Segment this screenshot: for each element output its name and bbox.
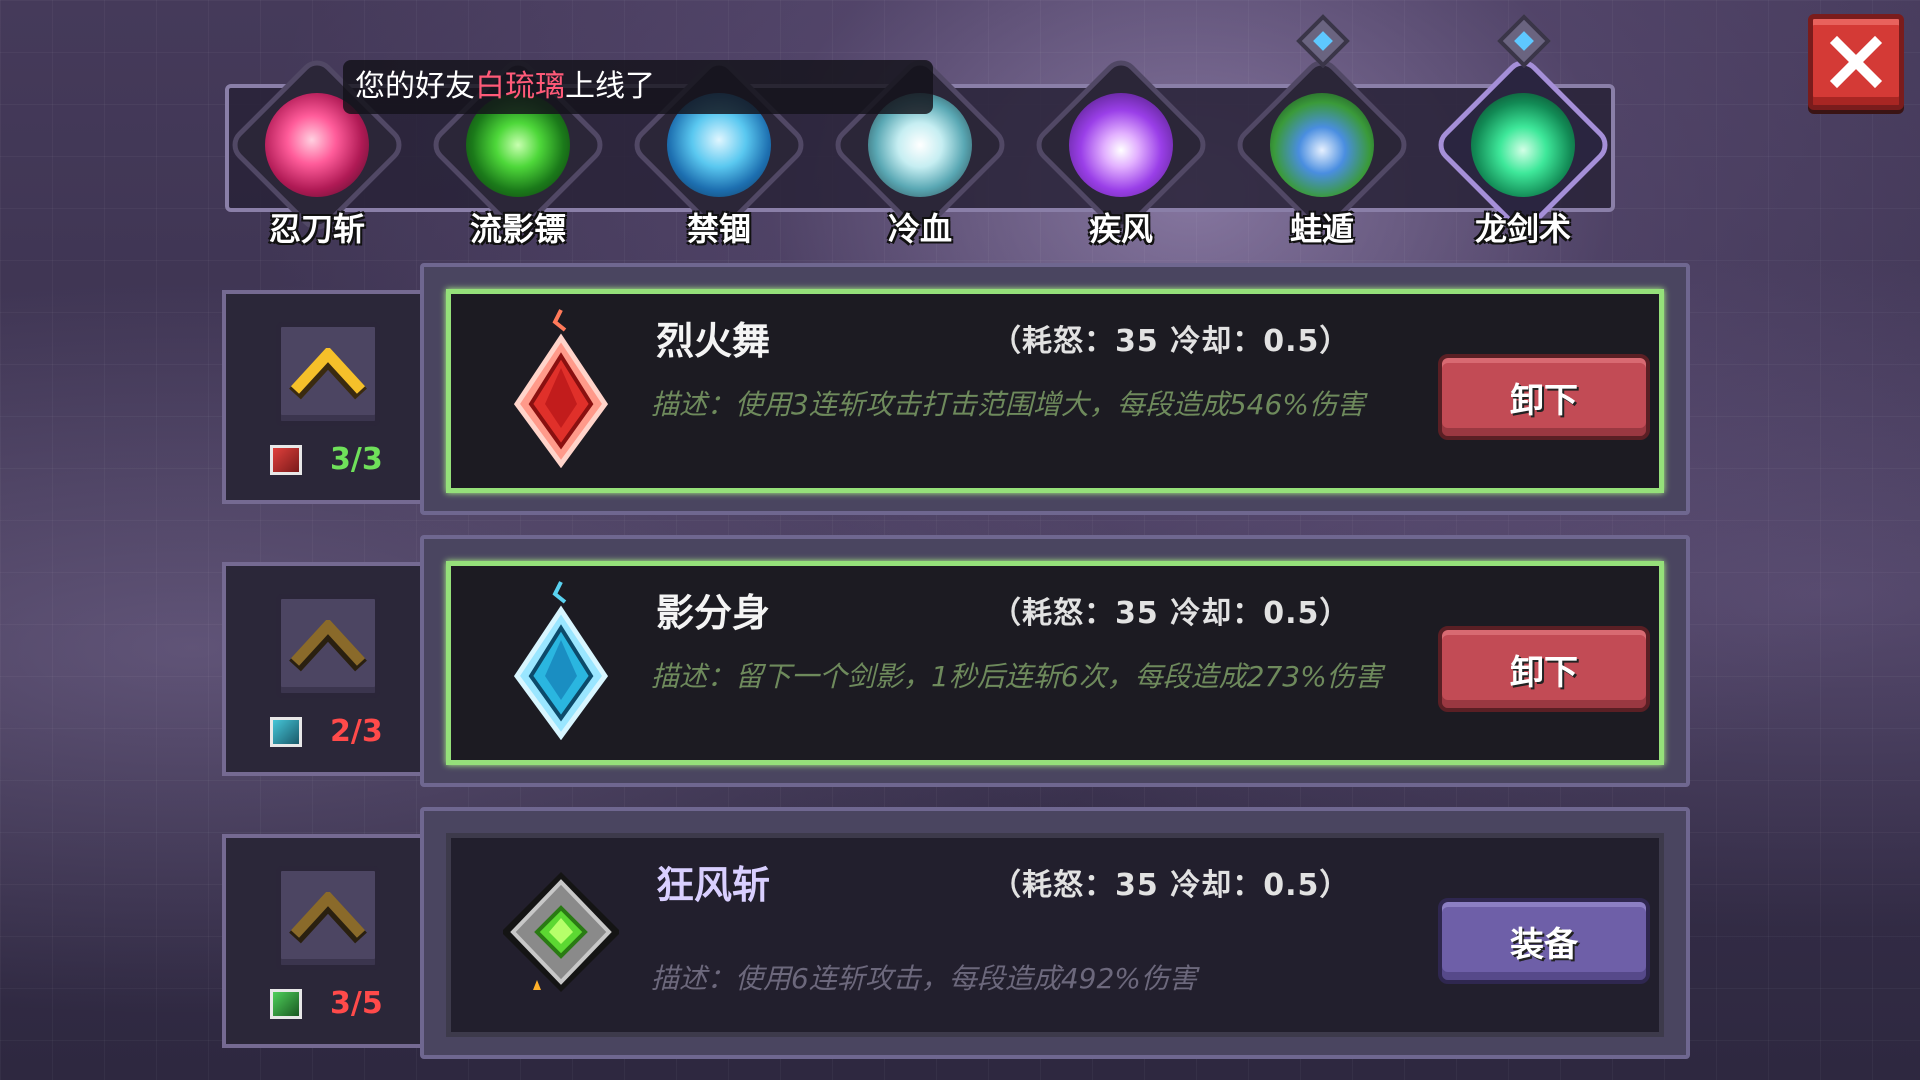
upgrade-button[interactable] <box>276 866 380 970</box>
notification-prefix: 您的好友 <box>355 69 475 104</box>
skill-card: 影分身 （耗怒：35 冷却：0.5） 描述：留下一个剑影，1秒后连斩6次，每段造… <box>420 535 1690 787</box>
skill-card-inner: 烈火舞 （耗怒：35 冷却：0.5） 描述：使用3连斩攻击打击范围增大，每段造成… <box>446 289 1664 493</box>
chevron-up-icon <box>289 348 367 400</box>
tab-skill-6[interactable]: 蛙遁 <box>1227 14 1417 250</box>
unequip-button[interactable]: 卸下 <box>1438 626 1650 712</box>
notification-suffix: 上线了 <box>565 69 655 104</box>
skill-upgrade-panel: 3/3 <box>222 290 422 504</box>
skill-stats: （耗怒：35 冷却：0.5） <box>991 324 1351 359</box>
equip-button[interactable]: 装备 <box>1438 898 1650 984</box>
skill-upgrade-panel: 3/5 <box>222 834 422 1048</box>
skill-description: 描述：使用3连斩攻击打击范围增大，每段造成546%伤害 <box>651 388 1365 421</box>
skill-level-count: 2/3 <box>330 714 383 749</box>
purple-flame-orb-icon <box>1069 93 1173 197</box>
tab-label: 冷血 <box>887 210 952 248</box>
friend-online-notification: 您的好友白琉璃上线了 <box>343 60 933 114</box>
tab-label: 忍刀斩 <box>268 210 365 248</box>
upgrade-button[interactable] <box>276 322 380 426</box>
tab-skill-7[interactable]: 龙剑术 <box>1428 14 1618 250</box>
skill-book-icon <box>270 444 302 475</box>
skill-level-count: 3/5 <box>330 986 383 1021</box>
tab-label: 禁锢 <box>686 210 751 248</box>
skill-description: 描述：使用6连斩攻击，每段造成492%伤害 <box>651 962 1197 995</box>
unequip-button[interactable]: 卸下 <box>1438 354 1650 440</box>
green-wind-gem-icon <box>503 872 619 992</box>
blue-gem-icon <box>1296 14 1350 68</box>
green-sword-orb-icon <box>1471 93 1575 197</box>
skill-level-count: 3/3 <box>330 442 383 477</box>
tab-label: 流影镖 <box>469 210 566 248</box>
chevron-up-icon <box>289 892 367 944</box>
skill-stats: （耗怒：35 冷却：0.5） <box>991 596 1351 631</box>
tab-skill-5[interactable]: 疾风 <box>1026 50 1216 250</box>
skill-stats: （耗怒：35 冷却：0.5） <box>991 868 1351 903</box>
chevron-up-icon <box>289 620 367 672</box>
red-fire-gem-icon <box>513 309 609 468</box>
skill-upgrade-panel: 2/3 <box>222 562 422 776</box>
skill-card: 烈火舞 （耗怒：35 冷却：0.5） 描述：使用3连斩攻击打击范围增大，每段造成… <box>420 263 1690 515</box>
skill-book-icon <box>270 988 302 1019</box>
blue-shadow-gem-icon <box>513 581 609 740</box>
skill-name: 狂风斩 <box>656 863 771 907</box>
skill-card-inner: 影分身 （耗怒：35 冷却：0.5） 描述：留下一个剑影，1秒后连斩6次，每段造… <box>446 561 1664 765</box>
tab-label: 龙剑术 <box>1474 210 1571 248</box>
skill-description: 描述：留下一个剑影，1秒后连斩6次，每段造成273%伤害 <box>651 660 1383 693</box>
skill-name: 影分身 <box>656 591 771 635</box>
upgrade-button[interactable] <box>276 594 380 698</box>
tab-label: 蛙遁 <box>1289 210 1354 248</box>
frog-orb-icon <box>1270 93 1374 197</box>
close-x-icon <box>1829 35 1883 89</box>
skill-card: 狂风斩 （耗怒：35 冷却：0.5） 描述：使用6连斩攻击，每段造成492%伤害… <box>420 807 1690 1059</box>
friend-name: 白琉璃 <box>475 69 565 104</box>
tab-label: 疾风 <box>1088 210 1153 248</box>
close-button[interactable] <box>1808 14 1904 110</box>
skill-card-inner: 狂风斩 （耗怒：35 冷却：0.5） 描述：使用6连斩攻击，每段造成492%伤害… <box>446 833 1664 1037</box>
blue-gem-icon <box>1497 14 1551 68</box>
skill-name: 烈火舞 <box>656 319 771 363</box>
skill-book-icon <box>270 716 302 747</box>
